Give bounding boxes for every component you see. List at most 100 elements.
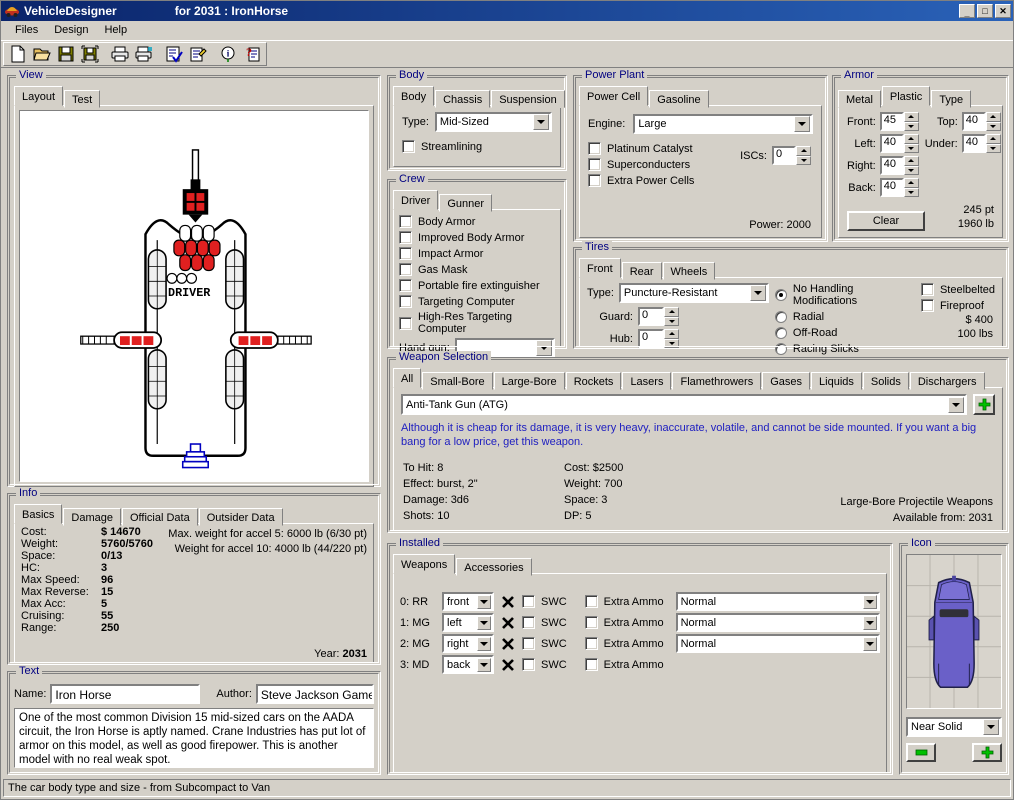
armor-top-value[interactable]: 40 [962, 112, 986, 131]
menu-item-files[interactable]: Files [7, 22, 46, 38]
edit-notes-icon[interactable] [186, 43, 210, 65]
weapon-location-combo[interactable]: front [442, 592, 494, 611]
vehicle-icon-preview[interactable] [906, 554, 1002, 709]
crew-checkbox-row[interactable]: Improved Body Armor [399, 231, 555, 244]
print-preview-icon[interactable] [132, 43, 156, 65]
swc-checkbox[interactable] [522, 658, 535, 671]
chevron-down-icon[interactable] [477, 637, 491, 651]
tab-metal[interactable]: Metal [838, 90, 881, 108]
handling-radio-row[interactable]: No Handling Modifications [775, 283, 915, 307]
tab-flamethrowers[interactable]: Flamethrowers [672, 372, 761, 390]
tab-power-cell[interactable]: Power Cell [579, 86, 648, 106]
open-folder-icon[interactable] [30, 43, 54, 65]
armor-back-down[interactable] [904, 188, 919, 198]
improved-body-armor-checkbox[interactable] [399, 231, 412, 244]
targeting-computer-checkbox[interactable] [399, 295, 412, 308]
crew-checkbox-row[interactable]: Gas Mask [399, 263, 555, 276]
armor-under-down[interactable] [986, 144, 1001, 154]
chevron-down-icon[interactable] [794, 116, 810, 132]
armor-under-spinner[interactable]: 40 [962, 134, 1001, 153]
engine-combo[interactable]: Large [633, 114, 813, 134]
tab-solids[interactable]: Solids [863, 372, 909, 390]
platinum-catalyst-checkbox[interactable] [588, 142, 601, 155]
iscs-value[interactable]: 0 [772, 146, 796, 165]
armor-back-value[interactable]: 40 [880, 178, 904, 197]
chevron-down-icon[interactable] [477, 616, 491, 630]
tab-damage[interactable]: Damage [63, 508, 121, 526]
armor-back-spinner[interactable]: 40 [880, 178, 919, 197]
chevron-down-icon[interactable] [533, 114, 549, 130]
print-icon[interactable] [108, 43, 132, 65]
tab-driver[interactable]: Driver [393, 190, 438, 210]
tab-basics[interactable]: Basics [14, 504, 62, 524]
ammo-type-combo[interactable]: Normal [676, 634, 880, 653]
extra-power-cells-checkbox[interactable] [588, 174, 601, 187]
weapon-location-combo[interactable]: right [442, 634, 494, 653]
tab-large-bore[interactable]: Large-Bore [494, 372, 565, 390]
weapon-combo[interactable]: Anti-Tank Gun (ATG) [401, 394, 967, 415]
armor-top-down[interactable] [986, 122, 1001, 132]
tires-hub-spinner[interactable]: 0 [638, 329, 679, 348]
body-armor-checkbox[interactable] [399, 215, 412, 228]
chevron-down-icon[interactable] [863, 616, 877, 630]
tab-lasers[interactable]: Lasers [622, 372, 671, 390]
superconducters-checkbox[interactable] [588, 158, 601, 171]
steelbelted-checkbox[interactable] [921, 283, 934, 296]
armor-left-down[interactable] [904, 144, 919, 154]
armor-under-value[interactable]: 40 [962, 134, 986, 153]
chevron-down-icon[interactable] [983, 719, 999, 735]
chevron-down-icon[interactable] [750, 285, 766, 301]
chevron-down-icon[interactable] [477, 595, 491, 609]
armor-left-spinner[interactable]: 40 [880, 134, 919, 153]
save-disk-icon[interactable] [54, 43, 78, 65]
swc-checkbox[interactable] [522, 616, 535, 629]
handling-radio-row[interactable]: Radial [775, 311, 915, 323]
icon-prev-button[interactable] [906, 743, 936, 762]
tab-chassis[interactable]: Chassis [435, 90, 490, 108]
chevron-down-icon[interactable] [863, 637, 877, 651]
gas-mask-checkbox[interactable] [399, 263, 412, 276]
armor-front-spinner[interactable]: 45 [880, 112, 919, 131]
tab-rockets[interactable]: Rockets [566, 372, 622, 390]
weapon-location-combo[interactable]: back [442, 655, 494, 674]
new-file-icon[interactable] [6, 43, 30, 65]
extra-ammo-checkbox[interactable] [585, 616, 598, 629]
tab-small-bore[interactable]: Small-Bore [422, 372, 492, 390]
off-road-radio[interactable] [775, 327, 787, 339]
tires-hub-value[interactable]: 0 [638, 329, 664, 348]
tab-wheels[interactable]: Wheels [663, 262, 716, 280]
help-icon[interactable]: ? [240, 43, 264, 65]
fire-extinguisher-checkbox[interactable] [399, 279, 412, 292]
tires-hub-down[interactable] [664, 339, 679, 349]
swc-checkbox[interactable] [522, 595, 535, 608]
armor-right-up[interactable] [904, 156, 919, 166]
tires-type-combo[interactable]: Puncture-Resistant [619, 283, 769, 303]
streamlining-checkbox[interactable] [402, 140, 415, 153]
tab-rear[interactable]: Rear [622, 262, 662, 280]
icon-next-button[interactable] [972, 743, 1002, 762]
iscs-spinner[interactable]: 0 [772, 146, 811, 165]
chevron-down-icon[interactable] [863, 595, 877, 609]
remove-weapon-icon[interactable] [500, 594, 516, 610]
extra-ammo-checkbox[interactable] [585, 658, 598, 671]
minimize-button[interactable]: _ [959, 4, 975, 18]
body-type-combo[interactable]: Mid-Sized [435, 112, 552, 132]
iscs-up-button[interactable] [796, 146, 811, 156]
tires-guard-value[interactable]: 0 [638, 307, 664, 326]
tab-suspension[interactable]: Suspension [491, 90, 565, 108]
tab-gasoline[interactable]: Gasoline [649, 90, 708, 108]
impact-armor-checkbox[interactable] [399, 247, 412, 260]
crew-checkbox-row[interactable]: High-Res Targeting Computer [399, 311, 555, 335]
armor-front-value[interactable]: 45 [880, 112, 904, 131]
tab-outsider-data[interactable]: Outsider Data [199, 508, 283, 526]
remove-weapon-icon[interactable] [500, 657, 516, 673]
menu-item-help[interactable]: Help [96, 22, 135, 38]
tab-armor-type[interactable]: Type [931, 90, 971, 108]
crew-checkbox-row[interactable]: Body Armor [399, 215, 555, 228]
tab-official-data[interactable]: Official Data [122, 508, 198, 526]
armor-front-down[interactable] [904, 122, 919, 132]
armor-right-spinner[interactable]: 40 [880, 156, 919, 175]
tires-checkbox-row[interactable]: Steelbelted [921, 283, 995, 296]
armor-clear-button[interactable]: Clear [847, 211, 925, 231]
hires-targeting-computer-checkbox[interactable] [399, 317, 412, 330]
